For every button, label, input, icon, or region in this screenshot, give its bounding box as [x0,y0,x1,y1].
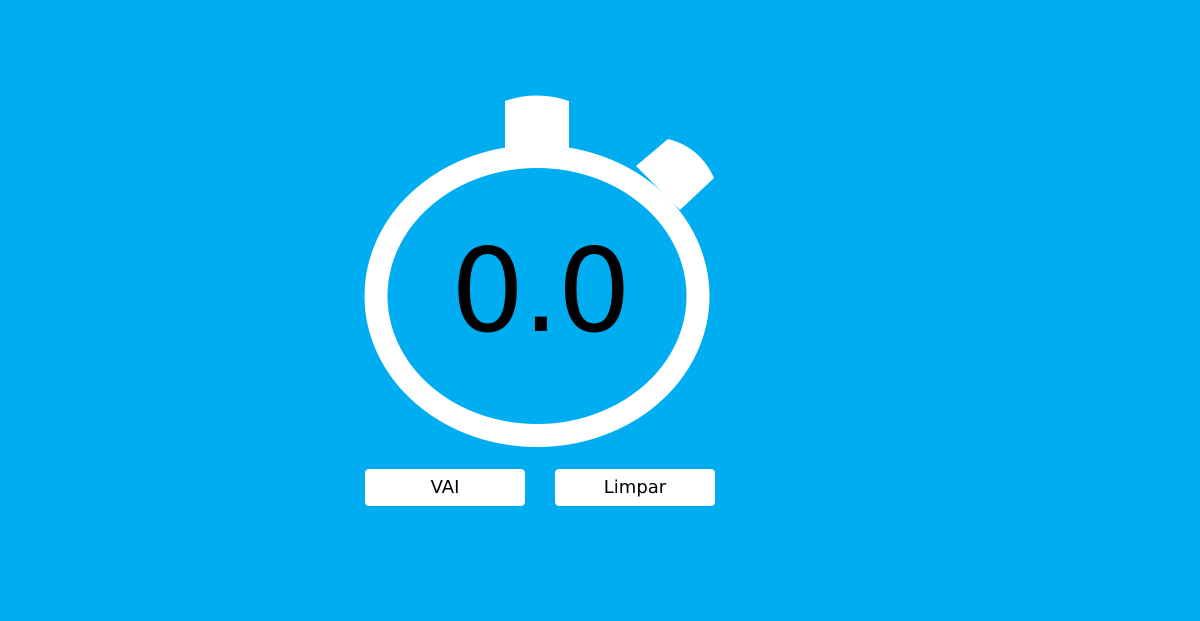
clear-button[interactable]: Limpar [555,469,715,506]
timer-display: 0.0 [450,224,631,359]
stopwatch-app: 0.0 VAI Limpar [0,0,1200,621]
stopwatch-crown [505,95,569,150]
start-button[interactable]: VAI [365,469,525,506]
